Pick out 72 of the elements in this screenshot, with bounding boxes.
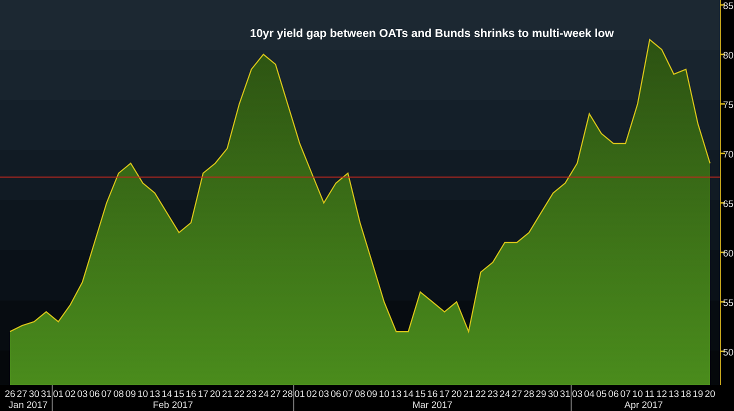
x-axis-label: 17 xyxy=(439,389,450,400)
x-axis-label: 27 xyxy=(16,389,28,400)
x-axis-label: 10 xyxy=(632,389,643,400)
x-axis-label: 09 xyxy=(366,389,378,400)
x-axis-label: 07 xyxy=(342,389,354,400)
x-axis-label: 31 xyxy=(40,389,52,400)
x-axis-label: 28 xyxy=(524,389,534,400)
x-axis-label: 06 xyxy=(89,389,100,400)
x-axis-label: 21 xyxy=(222,389,233,400)
x-axis-label: 13 xyxy=(150,389,160,400)
x-axis-label: 24 xyxy=(500,389,510,400)
y-axis-label: 60 xyxy=(723,248,734,260)
month-label: Apr 2017 xyxy=(624,400,663,411)
x-axis-label: 05 xyxy=(596,389,607,400)
x-axis-label: 20 xyxy=(210,389,220,400)
x-axis-label: 26 xyxy=(4,389,16,400)
x-axis-label: 04 xyxy=(584,389,595,400)
x-axis-label: 27 xyxy=(512,389,522,400)
x-axis-label: 15 xyxy=(174,389,184,400)
x-axis-label: 03 xyxy=(318,389,330,400)
x-axis-label: 13 xyxy=(390,389,402,400)
x-axis-label: 28 xyxy=(282,389,293,400)
x-axis-label: 16 xyxy=(186,389,196,400)
x-axis-label: 20 xyxy=(451,389,462,400)
x-axis-label: 09 xyxy=(125,389,136,400)
x-axis-label: 30 xyxy=(28,389,40,400)
x-axis-label: 14 xyxy=(162,389,172,400)
y-axis-label: 85 xyxy=(723,0,734,12)
y-axis-label: 65 xyxy=(723,198,734,210)
chart-title: 10yr yield gap between OATs and Bunds shrinks to multi-week low xyxy=(250,28,614,40)
y-axis-label: 50 xyxy=(723,347,734,358)
x-axis-label: 23 xyxy=(246,389,257,400)
y-axis-label: 70 xyxy=(723,149,734,160)
x-axis-label: 20 xyxy=(704,389,716,400)
x-axis-label: 10 xyxy=(378,389,390,400)
x-axis-label: 17 xyxy=(198,389,208,400)
x-axis-label: 18 xyxy=(680,389,692,400)
y-axis-label: 55 xyxy=(723,298,734,309)
x-axis-label: 03 xyxy=(77,389,88,400)
x-axis-label: 01 xyxy=(52,389,64,400)
x-axis-label: 07 xyxy=(101,389,112,400)
x-axis-label: 15 xyxy=(415,389,426,400)
x-axis-label: 11 xyxy=(644,389,655,400)
month-label: Jan 2017 xyxy=(8,400,48,411)
x-axis-label: 14 xyxy=(402,389,414,400)
x-axis-label: 16 xyxy=(427,389,438,400)
x-axis-label: 29 xyxy=(536,389,546,400)
x-axis-label: 21 xyxy=(463,389,474,400)
y-axis-label: 80 xyxy=(723,50,734,62)
x-axis-label: 13 xyxy=(668,389,680,400)
x-axis-label: 31 xyxy=(560,389,570,400)
x-axis-label: 03 xyxy=(572,389,583,400)
x-axis-label: 22 xyxy=(234,389,245,400)
x-axis-label: 10 xyxy=(137,389,148,400)
x-axis-label: 02 xyxy=(306,389,318,400)
x-axis-label: 06 xyxy=(330,389,342,400)
month-label: Mar 2017 xyxy=(412,400,452,411)
x-axis-label: 07 xyxy=(620,389,631,400)
x-axis-label: 08 xyxy=(354,389,366,400)
x-axis-label: 02 xyxy=(65,389,76,400)
x-axis-label: 12 xyxy=(656,389,668,400)
x-axis-label: 19 xyxy=(692,389,704,400)
month-label: Feb 2017 xyxy=(152,400,193,411)
x-axis-label: 06 xyxy=(608,389,619,400)
x-axis-label: 01 xyxy=(294,389,305,400)
y-axis-label: 75 xyxy=(723,100,734,111)
x-axis-label: 23 xyxy=(487,389,498,400)
x-axis-label: 24 xyxy=(258,389,269,400)
x-axis-label: 30 xyxy=(548,389,558,400)
x-axis-label: 22 xyxy=(475,389,486,400)
x-axis-label: 08 xyxy=(113,389,124,400)
x-axis-label: 27 xyxy=(270,389,281,400)
